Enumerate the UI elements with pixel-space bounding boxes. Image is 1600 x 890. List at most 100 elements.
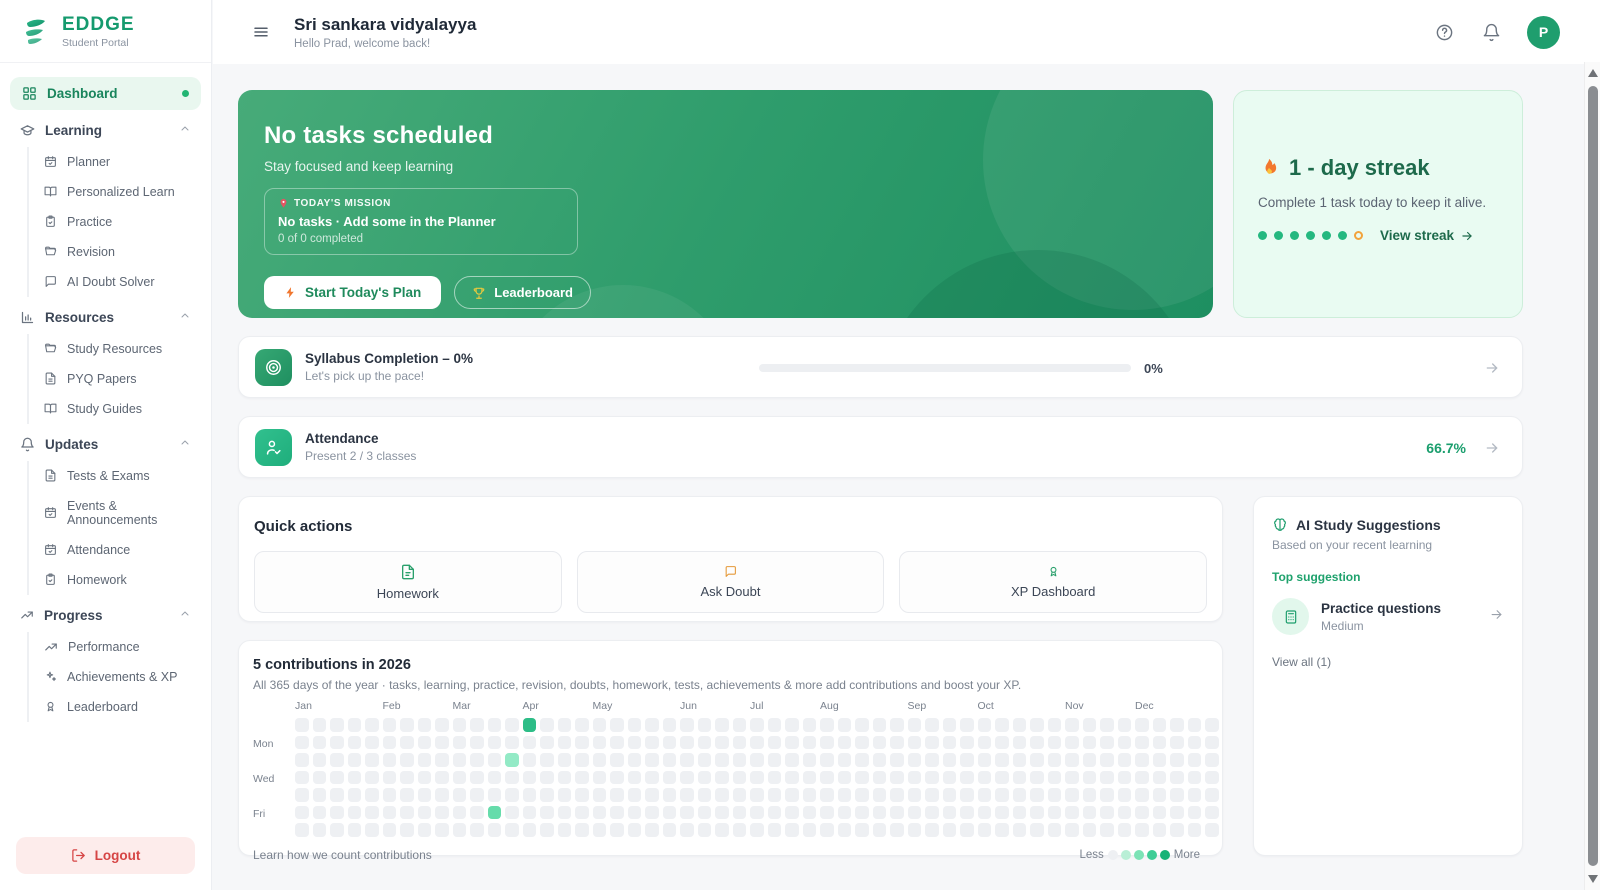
sidebar: EDDGE Student Portal Dashboard Learning …	[0, 0, 212, 890]
contribution-cell	[1082, 823, 1096, 837]
sidebar-section-progress[interactable]: Progress	[10, 599, 201, 632]
contribution-cell	[540, 770, 554, 784]
contribution-cell	[750, 753, 764, 767]
start-plan-label: Start Today's Plan	[305, 285, 422, 300]
quick-action-homework[interactable]: Homework	[254, 551, 562, 613]
contribution-cell	[452, 735, 466, 749]
section-label: Learning	[45, 122, 103, 138]
syllabus-arrow-button[interactable]	[1484, 360, 1500, 376]
leaderboard-button[interactable]: Leaderboard	[454, 276, 591, 309]
sidebar-item-label: Dashboard	[47, 85, 118, 101]
view-all-suggestions-link[interactable]: View all (1)	[1272, 655, 1331, 669]
streak-dot-filled	[1274, 231, 1283, 240]
help-button[interactable]	[1433, 21, 1456, 44]
contribution-cell	[347, 735, 361, 749]
contribution-cell	[785, 753, 799, 767]
view-streak-label: View streak	[1380, 228, 1455, 243]
contribution-cell	[452, 770, 466, 784]
contribution-cell	[1135, 735, 1149, 749]
contribution-cell	[960, 770, 974, 784]
contribution-cell	[1187, 735, 1201, 749]
contribution-cell	[820, 753, 834, 767]
scrollbar-down-arrow[interactable]	[1588, 875, 1598, 883]
sidebar-item-leaderboard[interactable]: Leaderboard	[29, 692, 201, 722]
contribution-cell	[505, 823, 519, 837]
arrow-right-icon	[1486, 443, 1498, 453]
month-label-may: May	[592, 700, 613, 712]
sidebar-item-achievements-xp[interactable]: Achievements & XP	[29, 662, 201, 692]
sidebar-item-events-announcements[interactable]: Events & Announcements	[29, 491, 201, 535]
logout-icon	[71, 848, 86, 863]
contribution-cell	[750, 770, 764, 784]
contribution-cell	[1082, 805, 1096, 819]
scrollbar-thumb[interactable]	[1588, 86, 1598, 866]
logout-button[interactable]: Logout	[16, 837, 195, 874]
contribution-cell	[575, 735, 589, 749]
item-label: Performance	[68, 639, 140, 654]
sidebar-item-pyq-papers[interactable]: PYQ Papers	[29, 364, 201, 394]
sidebar-item-revision[interactable]: Revision	[29, 237, 201, 267]
sidebar-section-updates[interactable]: Updates	[10, 428, 201, 461]
book-open-icon	[44, 402, 57, 415]
start-todays-plan-button[interactable]: Start Today's Plan	[264, 276, 442, 309]
sidebar-item-tests-exams[interactable]: Tests & Exams	[29, 461, 201, 491]
sidebar-item-study-guides[interactable]: Study Guides	[29, 394, 201, 424]
contribution-cell	[662, 823, 676, 837]
contribution-cell	[907, 753, 921, 767]
contribution-cell	[400, 805, 414, 819]
contribution-cell	[645, 770, 659, 784]
vertical-scrollbar[interactable]	[1584, 62, 1600, 890]
sidebar-section-resources[interactable]: Resources	[10, 301, 201, 334]
medal-icon	[1047, 565, 1060, 578]
chevron-up-icon	[179, 123, 191, 138]
month-label-jun: Jun	[680, 700, 697, 712]
sidebar-item-planner[interactable]: Planner	[29, 147, 201, 177]
sidebar-item-attendance[interactable]: Attendance	[29, 535, 201, 565]
contribution-cell	[995, 823, 1009, 837]
contributions-info-link[interactable]: Learn how we count contributions	[253, 848, 432, 862]
sidebar-item-study-resources[interactable]: Study Resources	[29, 334, 201, 364]
suggestion-item[interactable]: Practice questions Medium	[1272, 598, 1504, 635]
contribution-cell	[1152, 805, 1166, 819]
sidebar-item-ai-doubt-solver[interactable]: AI Doubt Solver	[29, 267, 201, 297]
contribution-cell	[872, 805, 886, 819]
contribution-cell	[855, 718, 869, 732]
contribution-cell	[417, 788, 431, 802]
attendance-card[interactable]: Attendance Present 2 / 3 classes 66.7%	[238, 416, 1523, 478]
month-label-jul: Jul	[750, 700, 764, 712]
quick-action-ask-doubt[interactable]: Ask Doubt	[576, 551, 885, 613]
contribution-cell	[1152, 770, 1166, 784]
menu-toggle-button[interactable]	[248, 19, 274, 45]
item-label: Revision	[67, 244, 115, 259]
sidebar-section-learning[interactable]: Learning	[10, 114, 201, 147]
user-avatar[interactable]: P	[1527, 15, 1560, 49]
month-label-feb: Feb	[382, 700, 401, 712]
folder-icon	[44, 342, 57, 355]
syllabus-completion-card[interactable]: Syllabus Completion – 0% Let's pick up t…	[238, 336, 1523, 398]
view-streak-link[interactable]: View streak	[1380, 228, 1474, 243]
contribution-cell	[1205, 753, 1219, 767]
legend-more-label: More	[1173, 848, 1200, 861]
contribution-cell	[680, 753, 694, 767]
sidebar-item-performance[interactable]: Performance	[29, 632, 201, 662]
user-check-icon	[255, 428, 292, 466]
sidebar-item-homework[interactable]: Homework	[29, 565, 201, 595]
sidebar-item-dashboard[interactable]: Dashboard	[10, 76, 201, 110]
heatmap-grid	[295, 718, 1219, 837]
contribution-cell	[347, 718, 361, 732]
contribution-cell	[680, 788, 694, 802]
sidebar-item-practice[interactable]: Practice	[29, 207, 201, 237]
contribution-cell	[995, 805, 1009, 819]
contribution-cell	[960, 788, 974, 802]
attendance-arrow-button[interactable]	[1484, 440, 1500, 456]
contribution-cell	[435, 823, 449, 837]
quick-action-xp-dashboard[interactable]: XP Dashboard	[899, 551, 1208, 613]
todays-mission-box: TODAY'S MISSION No tasks · Add some in t…	[264, 188, 578, 255]
notifications-button[interactable]	[1480, 21, 1503, 44]
contribution-cell	[802, 770, 816, 784]
contribution-cell	[382, 823, 396, 837]
sidebar-item-personalized-learn[interactable]: Personalized Learn	[29, 177, 201, 207]
contribution-cell	[330, 735, 344, 749]
scrollbar-up-arrow[interactable]	[1588, 69, 1598, 77]
contribution-cell	[977, 770, 991, 784]
